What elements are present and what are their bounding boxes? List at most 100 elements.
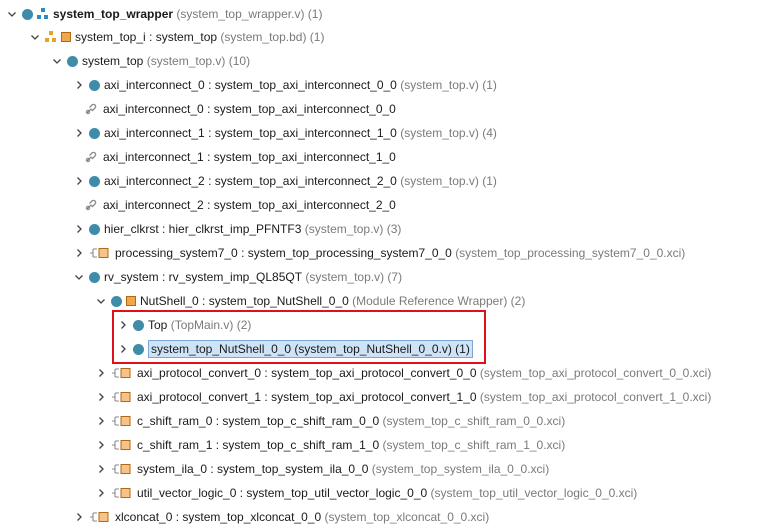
module-icon bbox=[89, 271, 100, 283]
node-name: axi_interconnect_2 : system_top_axi_inte… bbox=[103, 198, 396, 212]
module-icon bbox=[89, 79, 100, 91]
ip-core-icon bbox=[111, 391, 133, 403]
tree-row-top[interactable]: Top (TopMain.v) (2) bbox=[117, 314, 251, 336]
node-detail: (system_top_util_vector_logic_0_0.xci) bbox=[430, 486, 638, 500]
node-detail: (TopMain.v) (2) bbox=[170, 318, 252, 332]
node-name: axi_protocol_convert_1 : system_top_axi_… bbox=[137, 390, 477, 404]
node-detail: (system_top.v) (1) bbox=[400, 174, 497, 188]
chevron-down-icon[interactable] bbox=[51, 55, 63, 67]
tree-row-util-vector-logic-0[interactable]: util_vector_logic_0 : system_top_util_ve… bbox=[95, 482, 637, 504]
chevron-right-icon[interactable] bbox=[73, 511, 85, 523]
module-icon bbox=[89, 127, 100, 139]
node-name: Top bbox=[148, 318, 168, 332]
node-name: system_top bbox=[82, 54, 144, 68]
chevron-down-icon[interactable] bbox=[6, 8, 18, 20]
tree-row-hier-clkrst[interactable]: hier_clkrst : hier_clkrst_imp_PFNTF3 (sy… bbox=[73, 218, 401, 240]
tree-row-nutshell-0[interactable]: NutShell_0 : system_top_NutShell_0_0 (Mo… bbox=[95, 290, 525, 312]
ip-core-icon bbox=[126, 296, 136, 306]
node-name: util_vector_logic_0 : system_top_util_ve… bbox=[137, 486, 428, 500]
module-icon bbox=[133, 343, 144, 355]
ip-core-icon bbox=[89, 511, 111, 523]
node-detail: (system_top.v) (4) bbox=[400, 126, 497, 140]
tree-row-c-shift-ram-0[interactable]: c_shift_ram_0 : system_top_c_shift_ram_0… bbox=[95, 410, 565, 432]
module-icon bbox=[133, 319, 144, 331]
ip-core-icon bbox=[61, 32, 71, 42]
node-name: axi_interconnect_1 : system_top_axi_inte… bbox=[103, 150, 396, 164]
module-icon bbox=[89, 223, 100, 235]
ip-core-icon bbox=[111, 439, 133, 451]
node-detail: (system_top_c_shift_ram_1_0.xci) bbox=[382, 438, 566, 452]
node-name: processing_system7_0 : system_top_proces… bbox=[115, 246, 452, 260]
chevron-down-icon[interactable] bbox=[95, 295, 107, 307]
node-name: hier_clkrst : hier_clkrst_imp_PFNTF3 bbox=[104, 222, 302, 236]
node-name: axi_interconnect_1 : system_top_axi_inte… bbox=[104, 126, 397, 140]
chevron-right-icon[interactable] bbox=[73, 175, 85, 187]
hierarchy-icon bbox=[37, 8, 49, 20]
tree-row-rv-system[interactable]: rv_system : rv_system_imp_QL85QT (system… bbox=[73, 266, 402, 288]
module-icon bbox=[67, 55, 78, 67]
selected-node-name: system_top_NutShell_0_0 (system_top_NutS… bbox=[148, 340, 473, 358]
chevron-down-icon[interactable] bbox=[29, 31, 41, 43]
node-detail: (system_top_axi_protocol_convert_0_0.xci… bbox=[479, 366, 712, 380]
chevron-right-icon[interactable] bbox=[95, 367, 107, 379]
ip-core-icon bbox=[89, 247, 111, 259]
chevron-right-icon[interactable] bbox=[117, 319, 129, 331]
reference-link-icon bbox=[85, 199, 99, 211]
node-name: axi_protocol_convert_0 : system_top_axi_… bbox=[137, 366, 477, 380]
tree-row-system-ila-0[interactable]: system_ila_0 : system_top_system_ila_0_0… bbox=[95, 458, 549, 480]
node-name: system_top_wrapper bbox=[53, 7, 174, 21]
ip-core-icon bbox=[111, 367, 133, 379]
node-detail: (system_top_processing_system7_0_0.xci) bbox=[455, 246, 686, 260]
node-detail: (system_top_system_ila_0_0.xci) bbox=[371, 462, 550, 476]
module-icon bbox=[89, 175, 100, 187]
module-icon bbox=[22, 8, 33, 20]
chevron-right-icon[interactable] bbox=[73, 127, 85, 139]
node-name: axi_interconnect_2 : system_top_axi_inte… bbox=[104, 174, 397, 188]
node-detail: (system_top.v) (7) bbox=[305, 270, 403, 284]
block-design-icon bbox=[45, 31, 57, 43]
chevron-right-icon[interactable] bbox=[95, 439, 107, 451]
node-detail: (system_top_c_shift_ram_0_0.xci) bbox=[382, 414, 566, 428]
tree-row-system-top[interactable]: system_top (system_top.v) (10) bbox=[51, 50, 250, 72]
node-name: NutShell_0 : system_top_NutShell_0_0 bbox=[140, 294, 349, 308]
tree-row-system-top-i[interactable]: system_top_i : system_top (system_top.bd… bbox=[29, 26, 324, 48]
ip-core-icon bbox=[111, 487, 133, 499]
tree-row-system-top-nutshell-0-0[interactable]: system_top_NutShell_0_0 (system_top_NutS… bbox=[117, 338, 473, 360]
chevron-right-icon[interactable] bbox=[73, 247, 85, 259]
chevron-right-icon[interactable] bbox=[95, 391, 107, 403]
node-detail: (system_top_xlconcat_0_0.xci) bbox=[324, 510, 490, 524]
node-detail: (system_top.bd) (1) bbox=[220, 30, 325, 44]
tree-row-axi-protocol-convert-0[interactable]: axi_protocol_convert_0 : system_top_axi_… bbox=[95, 362, 711, 384]
chevron-down-icon[interactable] bbox=[73, 271, 85, 283]
node-name: c_shift_ram_0 : system_top_c_shift_ram_0… bbox=[137, 414, 380, 428]
chevron-right-icon[interactable] bbox=[73, 223, 85, 235]
node-name: xlconcat_0 : system_top_xlconcat_0_0 bbox=[115, 510, 322, 524]
tree-row-processing-system7-0[interactable]: processing_system7_0 : system_top_proces… bbox=[73, 242, 685, 264]
tree-row-axi-interconnect-0[interactable]: axi_interconnect_0 : system_top_axi_inte… bbox=[73, 74, 497, 96]
chevron-right-icon[interactable] bbox=[95, 463, 107, 475]
node-name: system_top_i : system_top bbox=[75, 30, 218, 44]
tree-row-system-top-wrapper[interactable]: system_top_wrapper (system_top_wrapper.v… bbox=[6, 3, 322, 25]
reference-link-icon bbox=[85, 151, 99, 163]
chevron-right-icon[interactable] bbox=[73, 79, 85, 91]
tree-row-axi-interconnect-0-reference[interactable]: axi_interconnect_0 : system_top_axi_inte… bbox=[85, 98, 396, 120]
tree-row-axi-interconnect-2-reference[interactable]: axi_interconnect_2 : system_top_axi_inte… bbox=[85, 194, 396, 216]
node-name: axi_interconnect_0 : system_top_axi_inte… bbox=[103, 102, 396, 116]
node-detail: (system_top_wrapper.v) (1) bbox=[176, 7, 323, 21]
chevron-right-icon[interactable] bbox=[95, 487, 107, 499]
tree-row-c-shift-ram-1[interactable]: c_shift_ram_1 : system_top_c_shift_ram_1… bbox=[95, 434, 565, 456]
node-detail: (system_top.v) (1) bbox=[400, 78, 497, 92]
node-detail: (system_top_axi_protocol_convert_1_0.xci… bbox=[479, 390, 712, 404]
chevron-right-icon[interactable] bbox=[117, 343, 129, 355]
chevron-right-icon[interactable] bbox=[95, 415, 107, 427]
node-detail: (system_top.v) (10) bbox=[146, 54, 251, 68]
tree-row-axi-interconnect-2[interactable]: axi_interconnect_2 : system_top_axi_inte… bbox=[73, 170, 497, 192]
ip-core-icon bbox=[111, 415, 133, 427]
tree-row-axi-interconnect-1[interactable]: axi_interconnect_1 : system_top_axi_inte… bbox=[73, 122, 497, 144]
tree-row-axi-protocol-convert-1[interactable]: axi_protocol_convert_1 : system_top_axi_… bbox=[95, 386, 711, 408]
reference-link-icon bbox=[85, 103, 99, 115]
module-icon bbox=[111, 295, 122, 307]
tree-row-xlconcat-0[interactable]: xlconcat_0 : system_top_xlconcat_0_0 (sy… bbox=[73, 506, 489, 528]
tree-row-axi-interconnect-1-reference[interactable]: axi_interconnect_1 : system_top_axi_inte… bbox=[85, 146, 396, 168]
node-name: axi_interconnect_0 : system_top_axi_inte… bbox=[104, 78, 397, 92]
